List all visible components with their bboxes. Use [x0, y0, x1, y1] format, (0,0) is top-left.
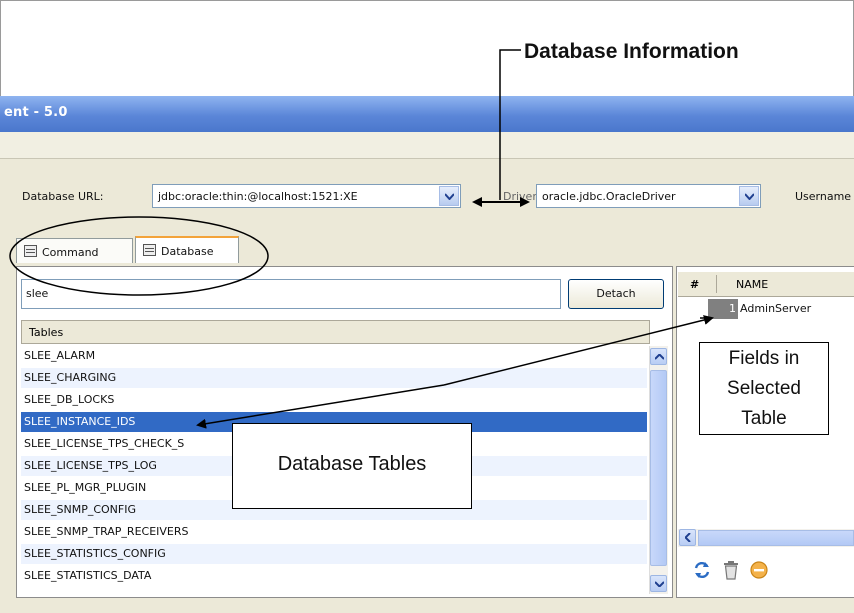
arrow-to-fields	[443, 315, 714, 386]
annotation-overlay	[9, 49, 714, 429]
tabs-highlight-ellipse	[9, 216, 269, 296]
arrow-to-selected-table	[196, 384, 445, 429]
database-info-leader-line	[499, 49, 521, 200]
